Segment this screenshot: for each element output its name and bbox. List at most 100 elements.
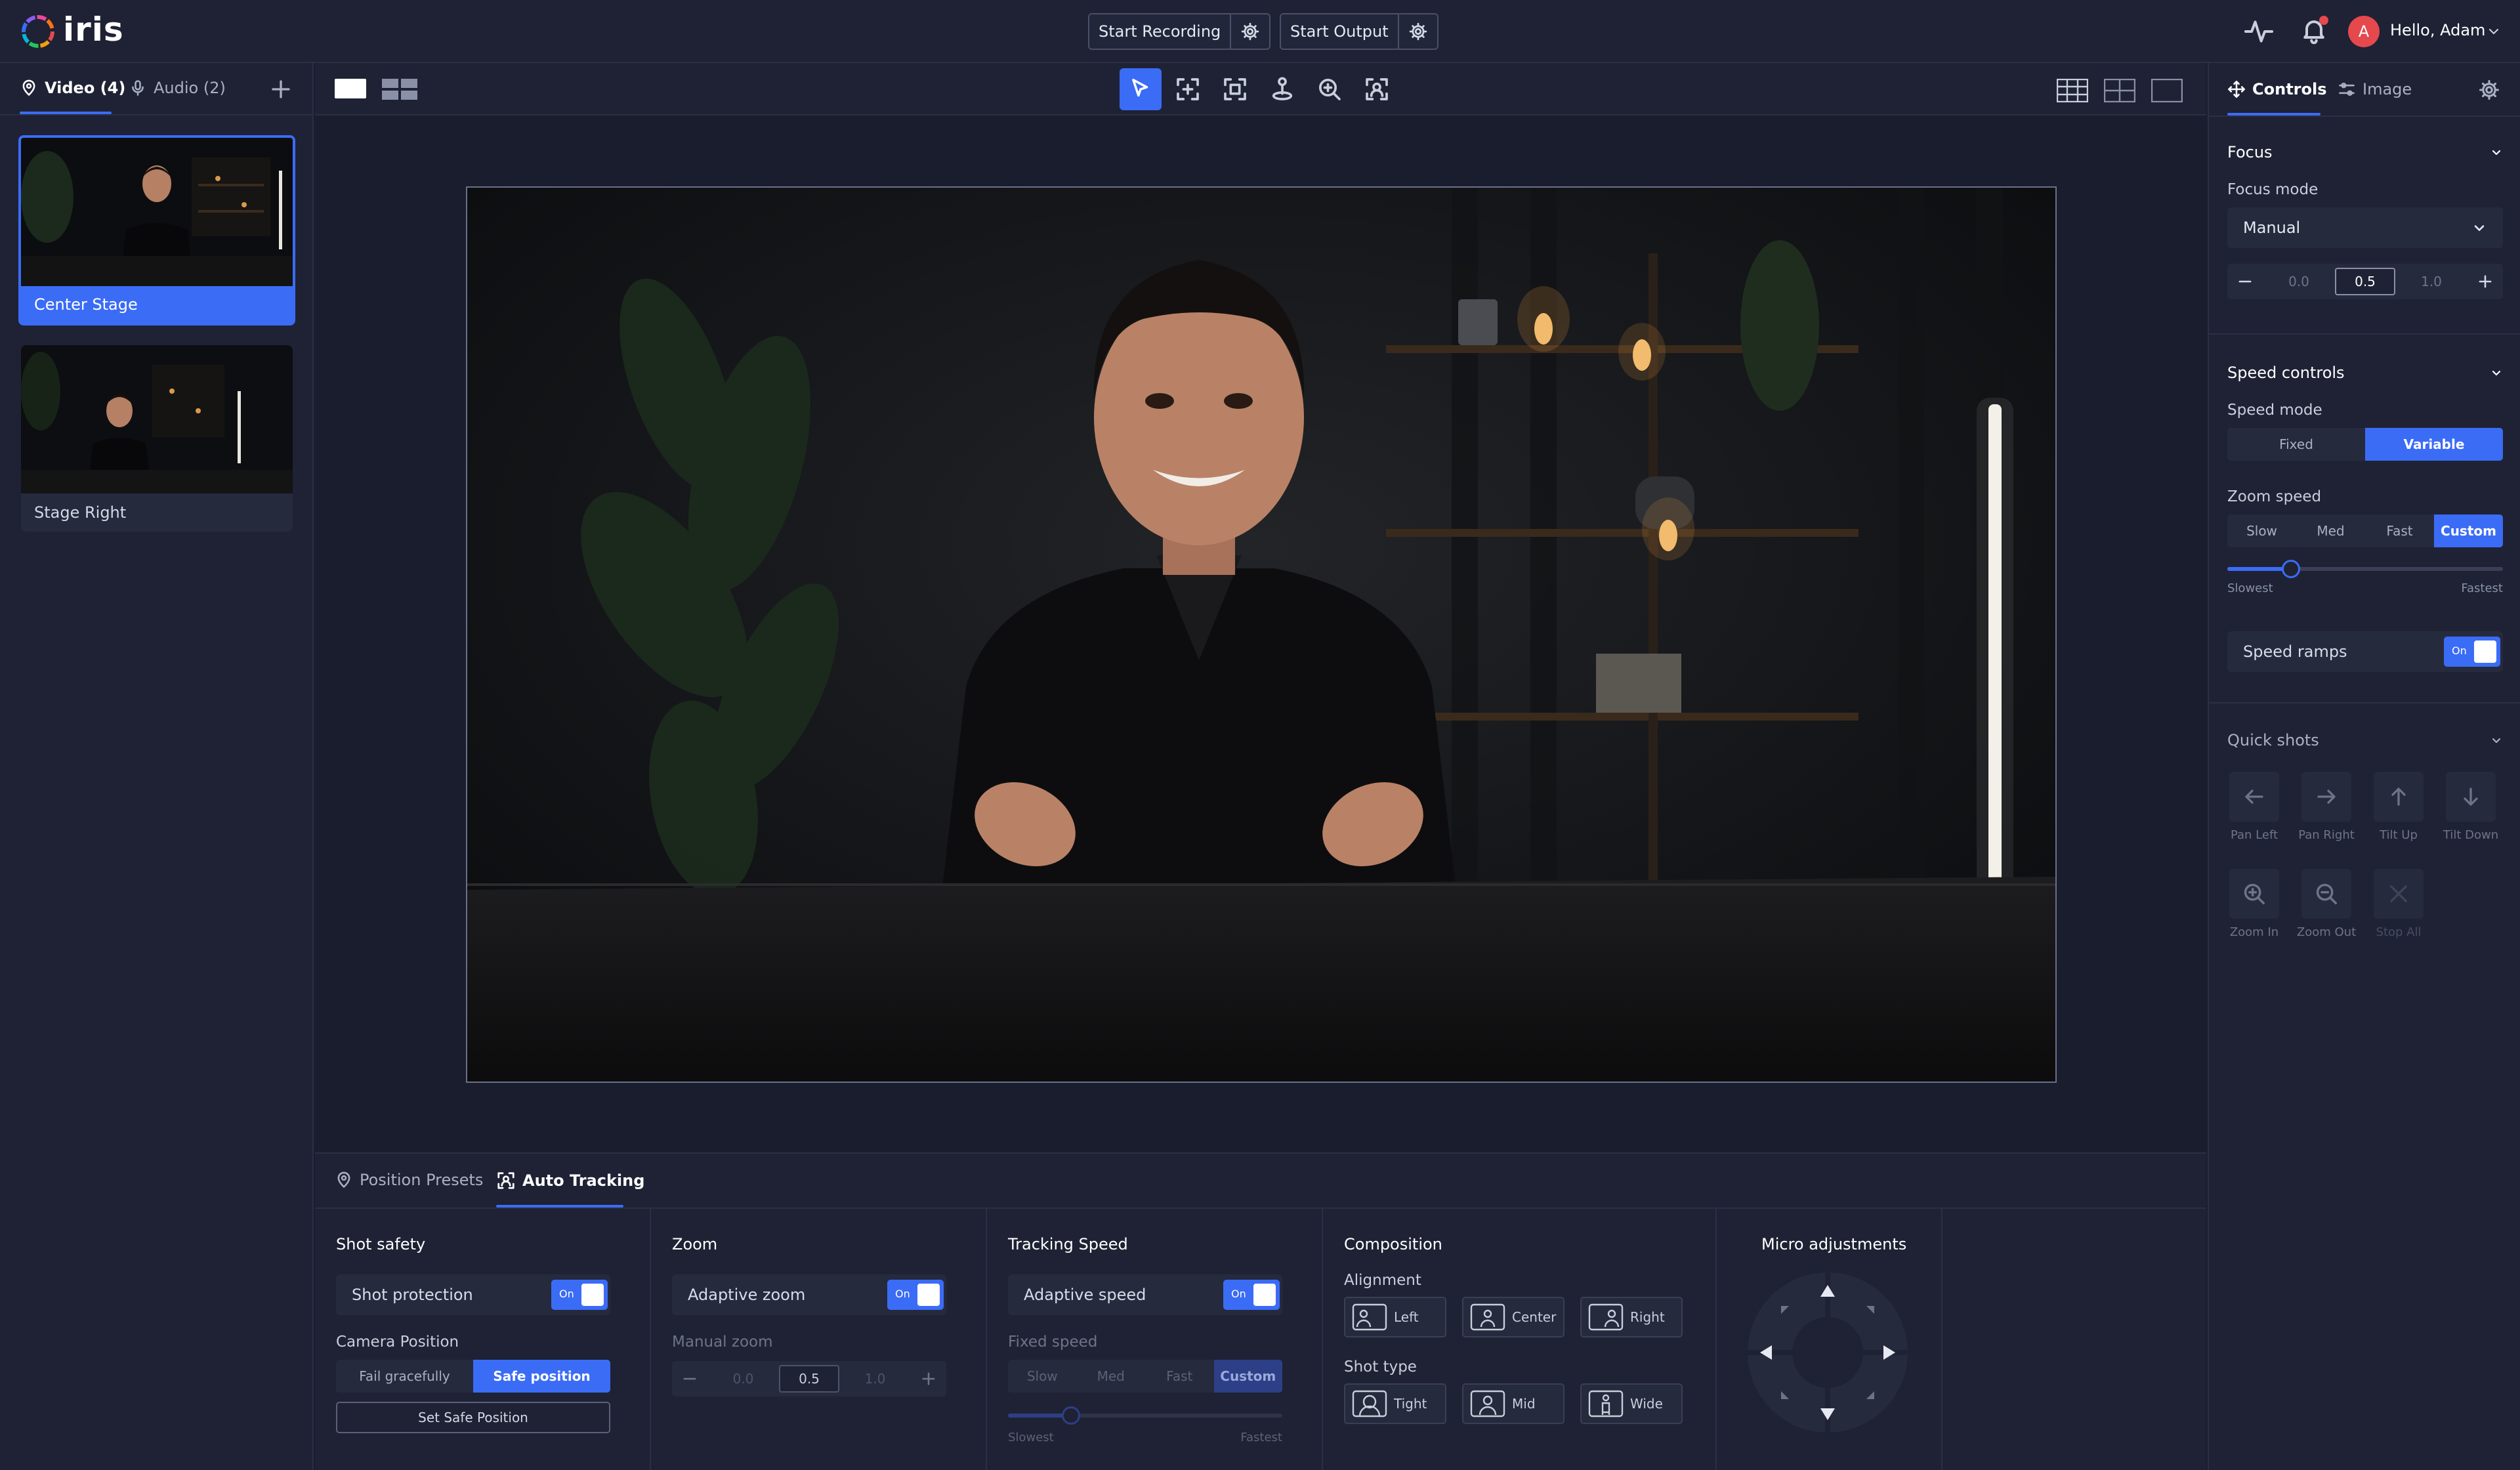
tab-label: Image — [2362, 80, 2412, 98]
crop-tool-button[interactable] — [1214, 68, 1256, 110]
controls-tabbar: Controls Image — [2209, 63, 2520, 117]
tracking-speed-slider[interactable]: Slowest Fastest — [1008, 1406, 1282, 1444]
slider-knob[interactable] — [1062, 1406, 1081, 1425]
speed-option-fast[interactable]: Fast — [1145, 1360, 1214, 1393]
single-layout-icon — [2151, 79, 2183, 102]
avatar[interactable]: A — [2348, 16, 2380, 47]
quick-shot-label: Pan Right — [2298, 828, 2355, 842]
shot-wide-button[interactable]: Wide — [1580, 1383, 1683, 1424]
zoom-value-input[interactable]: 0.5 — [779, 1365, 839, 1393]
align-center-label: Center — [1512, 1309, 1557, 1325]
recording-settings-button[interactable] — [1230, 14, 1270, 49]
camera-position-segmented: Fail gracefully Safe position — [336, 1360, 610, 1393]
camera-card-stage-right[interactable]: Stage Right — [21, 345, 293, 532]
face-track-tool-button[interactable] — [1356, 68, 1398, 110]
start-recording-button[interactable]: Start Recording — [1089, 14, 1230, 49]
speed-ramps-row: Speed ramps On — [2227, 631, 2503, 672]
adaptive-speed-toggle[interactable]: On — [1223, 1280, 1280, 1310]
speed-option-med[interactable]: Med — [1077, 1360, 1146, 1393]
align-right-button[interactable]: Right — [1580, 1297, 1683, 1337]
camera-card-center-stage[interactable]: Center Stage — [18, 135, 295, 326]
slider-knob[interactable] — [2281, 560, 2300, 578]
quick-shot-label: Tilt Up — [2380, 828, 2418, 842]
zoom-speed-fast[interactable]: Fast — [2365, 514, 2434, 547]
nudge-up-left-button[interactable] — [1772, 1297, 1798, 1323]
layout-single-button[interactable] — [2151, 79, 2183, 102]
activity-icon[interactable] — [2244, 18, 2273, 45]
quick-shot-pan-left[interactable]: Pan Left — [2218, 772, 2290, 842]
quad-layout-icon — [2104, 79, 2135, 102]
decrement-button[interactable] — [2227, 272, 2263, 291]
nudge-up-right-button[interactable] — [1857, 1297, 1883, 1323]
video-preview[interactable] — [466, 186, 2057, 1083]
canvas-toolbar — [315, 63, 2206, 116]
panel-settings-button[interactable] — [2478, 79, 2500, 101]
focus-mode-label: Focus mode — [2227, 181, 2319, 198]
increment-button[interactable] — [911, 1370, 946, 1388]
quick-shots-section-header[interactable]: Quick shots — [2227, 731, 2503, 749]
toggle-knob — [581, 1284, 604, 1306]
focus-mode-select[interactable]: Manual — [2227, 207, 2503, 248]
shot-tight-button[interactable]: Tight — [1344, 1383, 1446, 1424]
layout-grid-button[interactable] — [2057, 79, 2088, 102]
divider — [1715, 1209, 1717, 1470]
quick-shots-title: Quick shots — [2227, 731, 2319, 749]
quick-shot-tilt-down[interactable]: Tilt Down — [2435, 772, 2507, 842]
select-tool-button[interactable] — [1120, 68, 1162, 110]
zoom-speed-slider[interactable]: Slowest Fastest — [2227, 560, 2503, 595]
speed-option-custom[interactable]: Custom — [1213, 1360, 1282, 1393]
shot-protection-row: Shot protection On — [336, 1274, 610, 1315]
speed-mode-fixed[interactable]: Fixed — [2227, 428, 2365, 461]
zoom-speed-med[interactable]: Med — [2296, 514, 2365, 547]
tilt-up-button[interactable] — [1811, 1274, 1844, 1307]
start-output-button[interactable]: Start Output — [1281, 14, 1398, 49]
output-settings-button[interactable] — [1397, 14, 1437, 49]
layout-quad-button[interactable] — [2104, 79, 2135, 102]
adaptive-zoom-toggle[interactable]: On — [887, 1280, 944, 1310]
tab-position-presets[interactable]: Position Presets — [335, 1171, 483, 1189]
increment-button[interactable] — [2468, 272, 2503, 291]
user-greeting[interactable]: Hello, Adam — [2390, 21, 2485, 39]
fail-gracefully-option[interactable]: Fail gracefully — [336, 1360, 473, 1393]
set-safe-position-button[interactable]: Set Safe Position — [336, 1402, 610, 1433]
speed-section-header[interactable]: Speed controls — [2227, 364, 2503, 382]
add-source-button[interactable] — [269, 77, 293, 101]
focus-value-input[interactable]: 0.5 — [2335, 268, 2395, 295]
speed-option-slow[interactable]: Slow — [1008, 1360, 1077, 1393]
tab-video[interactable]: Video (4) — [20, 79, 125, 97]
joystick-tool-button[interactable] — [1261, 68, 1303, 110]
decrement-button[interactable] — [672, 1370, 707, 1388]
zoom-speed-slow[interactable]: Slow — [2227, 514, 2296, 547]
tab-controls[interactable]: Controls — [2227, 80, 2327, 98]
pan-right-button[interactable] — [1873, 1336, 1906, 1369]
single-view-button[interactable] — [335, 79, 366, 98]
tab-auto-tracking[interactable]: Auto Tracking — [496, 1171, 644, 1190]
add-frame-tool-button[interactable] — [1167, 68, 1209, 110]
align-left-button[interactable]: Left — [1344, 1297, 1446, 1337]
zoom-max: 1.0 — [864, 1371, 886, 1387]
shot-protection-toggle[interactable]: On — [551, 1280, 608, 1310]
quick-shot-zoom-out[interactable]: Zoom Out — [2290, 869, 2362, 939]
focus-section-header[interactable]: Focus — [2227, 143, 2503, 161]
tilt-down-button[interactable] — [1811, 1398, 1844, 1431]
speed-mode-variable[interactable]: Variable — [2365, 428, 2503, 461]
triangle-left-icon — [1760, 1345, 1772, 1360]
quick-shot-stop-all: Stop All — [2362, 869, 2435, 939]
chevron-down-icon[interactable] — [2487, 25, 2500, 38]
quick-shot-pan-right[interactable]: Pan Right — [2290, 772, 2362, 842]
align-center-button[interactable]: Center — [1462, 1297, 1564, 1337]
shot-mid-button[interactable]: Mid — [1462, 1383, 1564, 1424]
quick-shot-zoom-in[interactable]: Zoom In — [2218, 869, 2290, 939]
tab-image[interactable]: Image — [2338, 80, 2412, 98]
nudge-down-left-button[interactable] — [1772, 1382, 1798, 1408]
zoom-tool-button[interactable] — [1309, 68, 1351, 110]
tab-audio[interactable]: Audio (2) — [129, 79, 226, 97]
nudge-down-right-button[interactable] — [1857, 1382, 1883, 1408]
tab-underline — [496, 1205, 623, 1208]
zoom-speed-custom[interactable]: Custom — [2434, 514, 2503, 547]
quick-shot-tilt-up[interactable]: Tilt Up — [2362, 772, 2435, 842]
pan-left-button[interactable] — [1750, 1336, 1782, 1369]
grid-view-button[interactable] — [382, 79, 417, 100]
speed-ramps-toggle[interactable]: On — [2444, 637, 2500, 667]
safe-position-option[interactable]: Safe position — [473, 1360, 610, 1393]
